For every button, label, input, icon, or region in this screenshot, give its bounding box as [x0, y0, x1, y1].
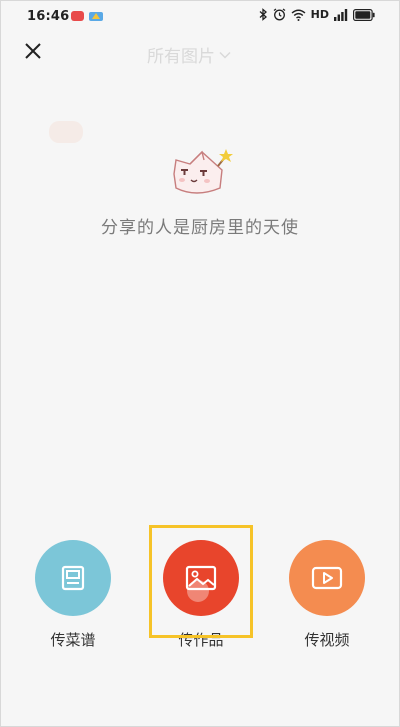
upload-works-label: 传作品: [178, 631, 224, 649]
signal-icon: [334, 8, 348, 21]
status-bar: 16:46 HD: [1, 1, 399, 31]
app-notification-icon: [89, 12, 103, 21]
upload-video-button[interactable]: 传视频: [277, 540, 377, 650]
album-selector[interactable]: 所有图片: [147, 42, 231, 67]
album-title: 所有图片: [147, 47, 215, 67]
upload-video-circle[interactable]: [289, 540, 365, 616]
upload-screen: 16:46 HD 所有图片 分享的人是厨房里的天使 传菜谱 传作品 传视频: [0, 0, 400, 727]
chevron-down-icon: [219, 51, 231, 59]
upload-works-circle[interactable]: [163, 540, 239, 616]
close-icon[interactable]: [21, 39, 45, 63]
wifi-icon: [291, 9, 306, 21]
network-label: HD: [310, 8, 329, 21]
red-app-notification-icon: [71, 11, 84, 21]
bluetooth-icon: [259, 8, 267, 21]
video-icon: [311, 566, 343, 590]
mascot-illustration: [173, 149, 233, 194]
upload-recipe-circle[interactable]: [35, 540, 111, 616]
upload-recipe-button[interactable]: 传菜谱: [23, 540, 123, 650]
status-time: 16:46: [27, 9, 70, 24]
background-decoration: [49, 121, 83, 143]
upload-works-button[interactable]: 传作品: [151, 540, 251, 650]
battery-icon: [353, 8, 375, 21]
touch-indicator: [187, 580, 209, 602]
empty-state-message: 分享的人是厨房里的天使: [101, 218, 299, 238]
upload-video-label: 传视频: [304, 631, 350, 649]
status-icons: HD: [258, 8, 375, 21]
upload-recipe-label: 传菜谱: [50, 631, 96, 649]
recipe-icon: [61, 565, 85, 591]
alarm-icon: [273, 8, 286, 21]
